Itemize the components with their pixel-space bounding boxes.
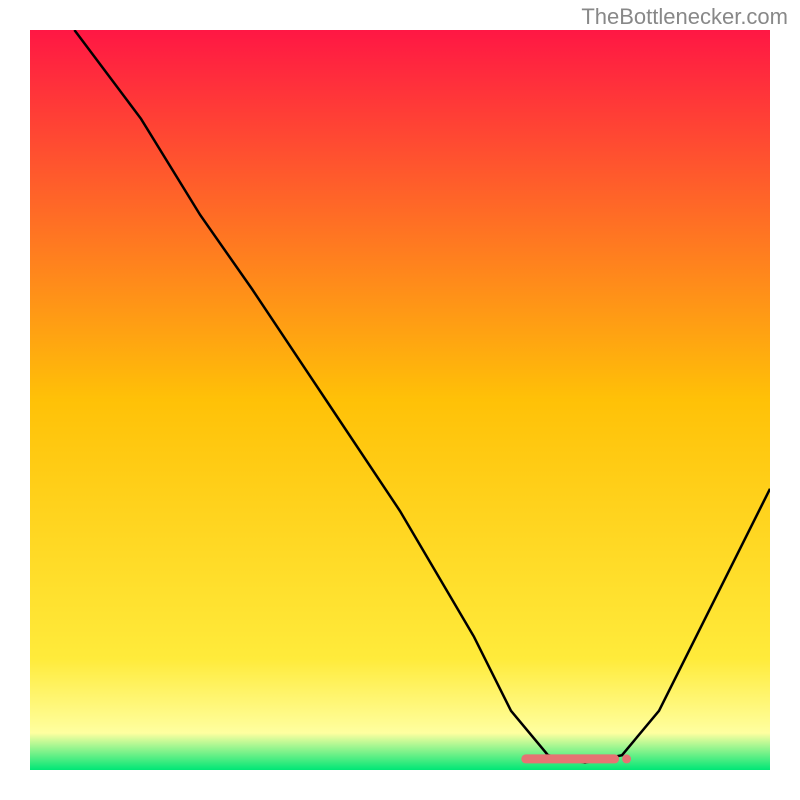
chart-container — [30, 30, 770, 770]
chart-background — [30, 30, 770, 770]
watermark-text: TheBottlenecker.com — [581, 4, 788, 30]
marker-group — [526, 754, 631, 763]
chart-svg — [30, 30, 770, 770]
marker-optimal-range-dot — [622, 754, 631, 763]
